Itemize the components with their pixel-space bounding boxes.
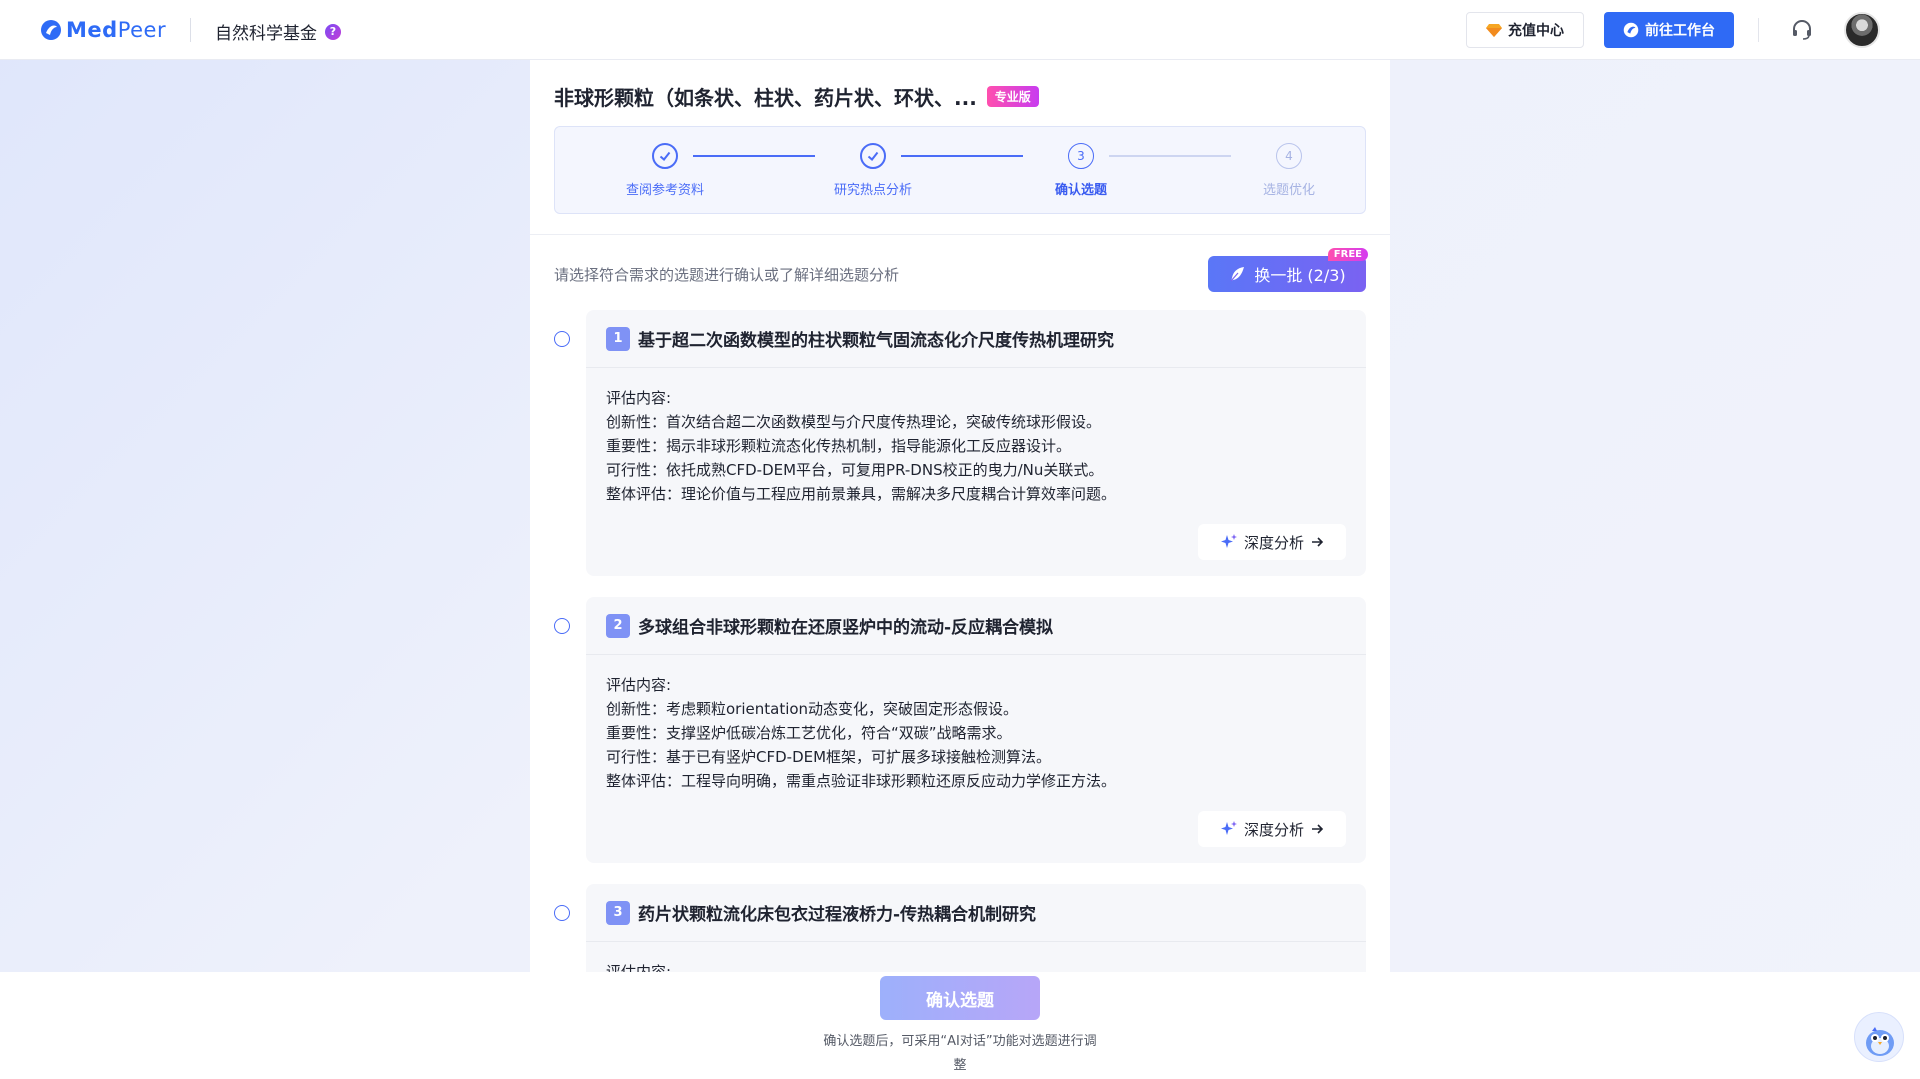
- workspace-label: 前往工作台: [1645, 23, 1715, 39]
- eval-line: 创新性：首次结合超二次函数模型与介尺度传热理论，突破传统球形假设。: [606, 413, 1102, 431]
- medpeer-logo[interactable]: MedPeer: [40, 18, 166, 42]
- medpeer-logo-icon: [41, 20, 61, 40]
- confirm-topic-button[interactable]: 确认选题: [880, 976, 1040, 1020]
- evaluation-content: 评估内容:: [586, 942, 1366, 972]
- step-label: 查阅参考资料: [625, 183, 704, 198]
- title-row: 非球形颗粒（如条状、柱状、药片状、环状、... 专业版: [554, 82, 1039, 111]
- eval-line: 重要性：揭示非球形颗粒流态化传热机制，指导能源化工反应器设计。: [606, 437, 1072, 455]
- deep-analysis-button[interactable]: 深度分析: [1198, 811, 1346, 847]
- radio-button[interactable]: [554, 331, 570, 347]
- eval-line: 创新性：考虑颗粒orientation动态变化，突破固定形态假设。: [606, 700, 1019, 718]
- bird-mascot-icon: [1866, 1027, 1894, 1056]
- step-number: 4: [1276, 143, 1302, 169]
- header-divider-right: [1758, 18, 1759, 42]
- logo-text: MedPeer: [66, 18, 167, 42]
- step-2: 研究热点分析: [803, 143, 943, 198]
- assistant-mascot[interactable]: [1854, 1012, 1904, 1062]
- section-label: 自然科学基金: [215, 24, 317, 44]
- topic-card[interactable]: 2 多球组合非球形颗粒在还原竖炉中的流动-反应耦合模拟 评估内容: 创新性：考虑…: [586, 597, 1366, 863]
- step-3: 3 确认选题: [1011, 143, 1151, 198]
- radio-button[interactable]: [554, 905, 570, 921]
- eval-line: 评估内容:: [606, 389, 672, 407]
- pro-badge: 专业版: [986, 86, 1039, 107]
- topic-number: 1: [606, 326, 630, 351]
- feather-icon: [1230, 267, 1245, 282]
- topic-card[interactable]: 3 药片状颗粒流化床包衣过程液桥力-传热耦合机制研究 评估内容:: [586, 884, 1366, 972]
- card-header: 2 多球组合非球形颗粒在还原竖炉中的流动-反应耦合模拟: [586, 597, 1366, 655]
- check-circle-icon: [860, 143, 886, 169]
- arrow-right-icon: [1312, 824, 1324, 834]
- main-panel: 非球形颗粒（如条状、柱状、药片状、环状、... 专业版 查阅参考资料 研究热点分…: [530, 60, 1390, 972]
- eval-line: 整体评估：理论价值与工程应用前景兼具，需解决多尺度耦合计算效率问题。: [606, 485, 1117, 503]
- page-title: 非球形颗粒（如条状、柱状、药片状、环状、...: [554, 86, 977, 110]
- step-1: 查阅参考资料: [595, 143, 735, 198]
- deep-analysis-label: 深度分析: [1243, 533, 1304, 552]
- sparkle-icon: [1220, 821, 1237, 835]
- section-divider: [530, 234, 1390, 235]
- check-circle-icon: [652, 143, 678, 169]
- step-label: 确认选题: [1054, 183, 1107, 198]
- eval-line: 评估内容:: [606, 963, 672, 972]
- header-divider: [190, 18, 191, 42]
- evaluation-content: 评估内容: 创新性：考虑颗粒orientation动态变化，突破固定形态假设。 …: [586, 655, 1366, 793]
- topic-title: 多球组合非球形颗粒在还原竖炉中的流动-反应耦合模拟: [638, 618, 1054, 638]
- diamond-icon: [1486, 24, 1502, 37]
- help-icon[interactable]: ?: [325, 23, 341, 40]
- step-connector: [901, 155, 1023, 157]
- eval-line: 可行性：依托成熟CFD-DEM平台，可复用PR-DNS校正的曳力/Nu关联式。: [606, 461, 1104, 479]
- topic-number: 2: [606, 613, 630, 638]
- user-avatar[interactable]: [1844, 12, 1880, 48]
- evaluation-content: 评估内容: 创新性：首次结合超二次函数模型与介尺度传热理论，突破传统球形假设。 …: [586, 368, 1366, 506]
- step-connector: [1109, 155, 1231, 157]
- topic-title: 药片状颗粒流化床包衣过程液桥力-传热耦合机制研究: [638, 905, 1037, 925]
- medpeer-mark-icon: [1623, 22, 1639, 38]
- recharge-button[interactable]: 充值中心: [1466, 12, 1584, 48]
- headset-icon[interactable]: [1790, 18, 1814, 42]
- topic-title: 基于超二次函数模型的柱状颗粒气固流态化介尺度传热机理研究: [638, 331, 1114, 351]
- step-4: 4 选题优化: [1219, 143, 1359, 198]
- deep-analysis-button[interactable]: 深度分析: [1198, 524, 1346, 560]
- top-bar: MedPeer 自然科学基金 ? 充值中心 前往工作台: [0, 0, 1920, 60]
- step-label: 选题优化: [1262, 183, 1315, 198]
- workspace-button[interactable]: 前往工作台: [1604, 12, 1734, 48]
- eval-line: 评估内容:: [606, 676, 672, 694]
- bottom-action-bar: 确认选题 确认选题后，可采用“AI对话”功能对选题进行调整: [0, 972, 1920, 1079]
- recharge-label: 充值中心: [1508, 23, 1564, 39]
- confirm-note: 确认选题后，可采用“AI对话”功能对选题进行调整: [823, 1034, 1097, 1073]
- step-connector: [693, 155, 815, 157]
- step-label: 研究热点分析: [833, 183, 912, 198]
- deep-analysis-label: 深度分析: [1243, 820, 1304, 839]
- arrow-right-icon: [1312, 537, 1324, 547]
- free-tag: FREE: [1327, 248, 1368, 261]
- topic-number: 3: [606, 900, 630, 925]
- section-title: 自然科学基金 ?: [215, 19, 341, 44]
- refresh-label: 换一批 (2/3): [1254, 266, 1346, 285]
- card-header: 1 基于超二次函数模型的柱状颗粒气固流态化介尺度传热机理研究: [586, 310, 1366, 368]
- eval-line: 整体评估：工程导向明确，需重点验证非球形颗粒还原反应动力学修正方法。: [606, 772, 1117, 790]
- step-number: 3: [1068, 143, 1094, 169]
- eval-line: 重要性：支撑竖炉低碳冶炼工艺优化，符合“双碳”战略需求。: [606, 724, 1012, 742]
- radio-button[interactable]: [554, 618, 570, 634]
- eval-line: 可行性：基于已有竖炉CFD-DEM框架，可扩展多球接触检测算法。: [606, 748, 1052, 766]
- progress-steps: 查阅参考资料 研究热点分析 3 确认选题 4 选题优化: [554, 126, 1366, 214]
- sparkle-icon: [1220, 534, 1237, 548]
- instruction-text: 请选择符合需求的选题进行确认或了解详细选题分析: [554, 266, 900, 284]
- card-header: 3 药片状颗粒流化床包衣过程液桥力-传热耦合机制研究: [586, 884, 1366, 942]
- refresh-batch-button[interactable]: 换一批 (2/3) FREE: [1208, 248, 1368, 292]
- topic-card[interactable]: 1 基于超二次函数模型的柱状颗粒气固流态化介尺度传热机理研究 评估内容: 创新性…: [586, 310, 1366, 576]
